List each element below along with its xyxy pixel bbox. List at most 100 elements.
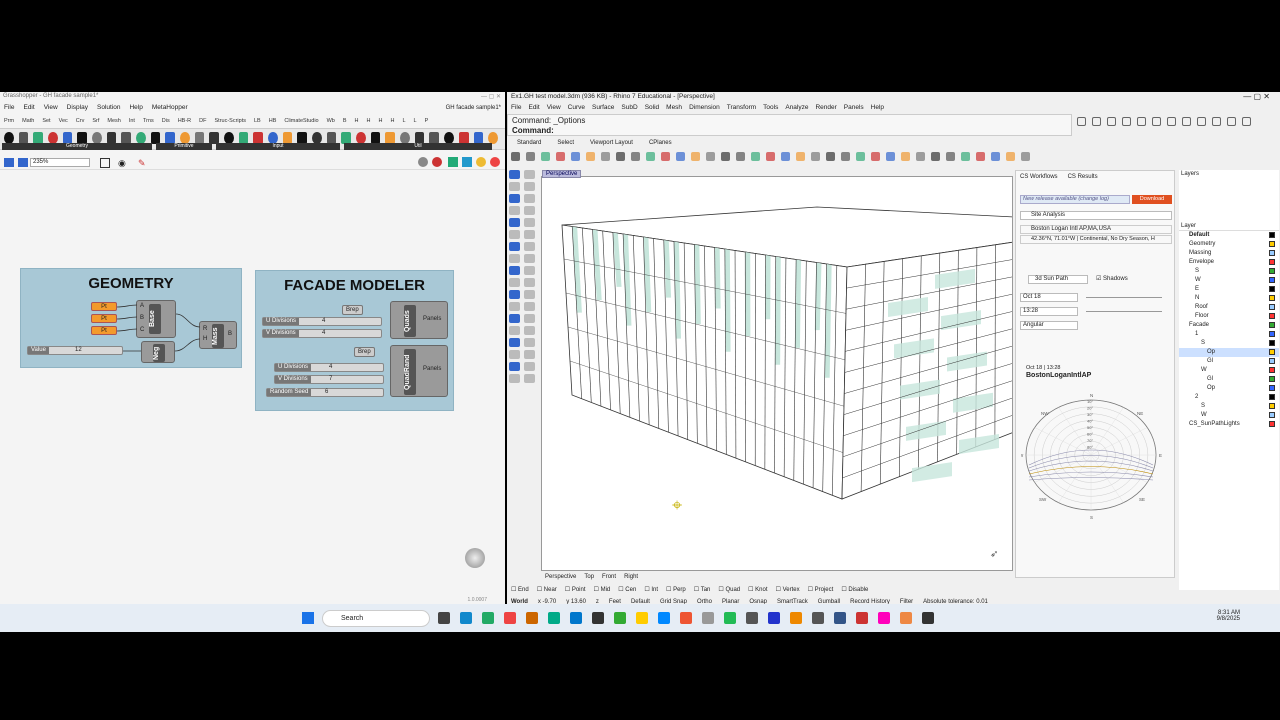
draw-tool-icon[interactable] [524,338,535,347]
tool-icon[interactable] [811,152,820,161]
shadows-checkbox[interactable]: ☑ Shadows [1096,275,1128,282]
draw-tool-icon[interactable] [524,362,535,371]
plugin3-icon[interactable] [476,157,486,167]
perspective-viewport[interactable]: Perspective ⌖ ➶ [541,170,1015,571]
layer-item[interactable]: Massing [1179,249,1279,258]
layer-item[interactable]: 1 [1179,330,1279,339]
osnap-checkbox[interactable]: ☐ Point [565,586,586,593]
component-tab[interactable]: LB [254,118,261,124]
draw-tool-icon[interactable] [524,290,535,299]
layer-color-swatch[interactable] [1269,394,1275,400]
taskbar-app-icon[interactable] [812,612,824,624]
layer-item[interactable]: CS_SunPathLights [1179,420,1279,429]
osnap-checkbox[interactable]: ☐ Cen [618,586,636,593]
layer-color-swatch[interactable] [1269,304,1275,310]
draw-tool-icon[interactable] [509,182,520,191]
draw-tool-icon[interactable] [524,302,535,311]
component-tab[interactable]: Int [129,118,135,124]
tool-icon[interactable] [886,152,895,161]
display-icon[interactable] [418,157,428,167]
tool-icon[interactable] [706,152,715,161]
draw-tool-icon[interactable] [509,218,520,227]
draw-tool-icon[interactable] [524,278,535,287]
draw-tool-icon[interactable] [524,242,535,251]
date-field[interactable]: Oct 18 [1020,293,1078,302]
taskbar-app-icon[interactable] [570,612,582,624]
download-button[interactable]: Download [1132,195,1172,204]
tool-icon[interactable] [511,152,520,161]
menu-item[interactable]: Tools [763,104,778,111]
save-icon[interactable] [4,158,14,167]
u-divisions-slider[interactable]: U Divisions 4 [274,363,384,372]
draw-tool-icon[interactable] [524,314,535,323]
layer-color-swatch[interactable] [1269,259,1275,265]
command-area[interactable]: Command: _Options Command: [507,114,1072,136]
random-seed-slider[interactable]: Random Seed 6 [266,388,384,397]
menu-item[interactable]: SubD [621,104,637,111]
menu-item[interactable]: Analyze [785,104,808,111]
tool-icon[interactable] [646,152,655,161]
layer-color-swatch[interactable] [1269,331,1275,337]
layer-item[interactable]: Envelope [1179,258,1279,267]
osnap-checkbox[interactable]: ☐ Knot [748,586,767,593]
tool-icon[interactable] [541,152,550,161]
draw-tool-icon[interactable] [509,242,520,251]
layer-item[interactable]: W [1179,366,1279,375]
zoom-extents-icon[interactable] [100,158,110,168]
nav-icon[interactable] [1182,117,1191,126]
layer-item[interactable]: Floor [1179,312,1279,321]
taskbar-app-icon[interactable] [438,612,450,624]
tool-icon[interactable] [766,152,775,161]
menu-item[interactable]: View [44,104,58,111]
component-tab[interactable]: H [367,118,371,124]
layer-color-swatch[interactable] [1269,250,1275,256]
tool-icon[interactable] [721,152,730,161]
draw-tool-icon[interactable] [509,326,520,335]
taskbar-app-icon[interactable] [878,612,890,624]
taskbar-app-icon[interactable] [614,612,626,624]
taskbar-app-icon[interactable] [790,612,802,624]
tool-icon[interactable] [1021,152,1030,161]
draw-tool-icon[interactable] [509,302,520,311]
layer-color-swatch[interactable] [1269,232,1275,238]
view-tab[interactable]: Perspective [545,574,576,580]
nav-icon[interactable] [1197,117,1206,126]
view-tab[interactable]: Top [584,574,594,580]
layer-item[interactable]: Default [1179,231,1279,240]
component-tab[interactable]: Trns [143,118,154,124]
menu-item[interactable]: File [4,104,14,111]
tool-icon[interactable] [676,152,685,161]
tab-cs-workflows[interactable]: CS Workflows [1020,174,1058,180]
draw-tool-icon[interactable] [524,206,535,215]
gh-doc-tab[interactable]: GH facade sample1* [446,105,501,111]
osnap-checkbox[interactable]: ☐ Tan [694,586,711,593]
osnap-checkbox[interactable]: ☐ Near [537,586,557,593]
v-divisions-slider[interactable]: V Divisions 4 [262,329,382,338]
tool-icon[interactable] [856,152,865,161]
mode-select[interactable]: 3d Sun Path [1028,275,1088,284]
menu-item[interactable]: Curve [568,104,585,111]
preview-eye-icon[interactable]: ◉ [118,158,126,169]
taskbar-app-icon[interactable] [548,612,560,624]
nav-icon[interactable] [1212,117,1221,126]
v-divisions-slider[interactable]: V Divisions 7 [274,375,384,384]
draw-tool-icon[interactable] [509,350,520,359]
taskbar-app-icon[interactable] [900,612,912,624]
component-tab[interactable]: H [379,118,383,124]
draw-tool-icon[interactable] [509,194,520,203]
toolbar-tab[interactable]: Select [557,140,574,146]
start-icon[interactable] [302,612,314,624]
layer-item[interactable]: Facade [1179,321,1279,330]
quadrand-component[interactable]: QuadRand Panels [390,345,448,397]
taskbar-app-icon[interactable] [702,612,714,624]
component-tab[interactable]: HB [269,118,277,124]
component-tab[interactable]: B [343,118,347,124]
nav-icon[interactable] [1122,117,1131,126]
draw-tool-icon[interactable] [524,194,535,203]
taskbar-app-icon[interactable] [834,612,846,624]
component-tab[interactable]: HB-R [178,118,191,124]
layer-item[interactable]: 2 [1179,393,1279,402]
paint-brush-icon[interactable]: ✎ [138,158,146,169]
layer-item[interactable]: Geometry [1179,240,1279,249]
draw-tool-icon[interactable] [509,374,520,383]
